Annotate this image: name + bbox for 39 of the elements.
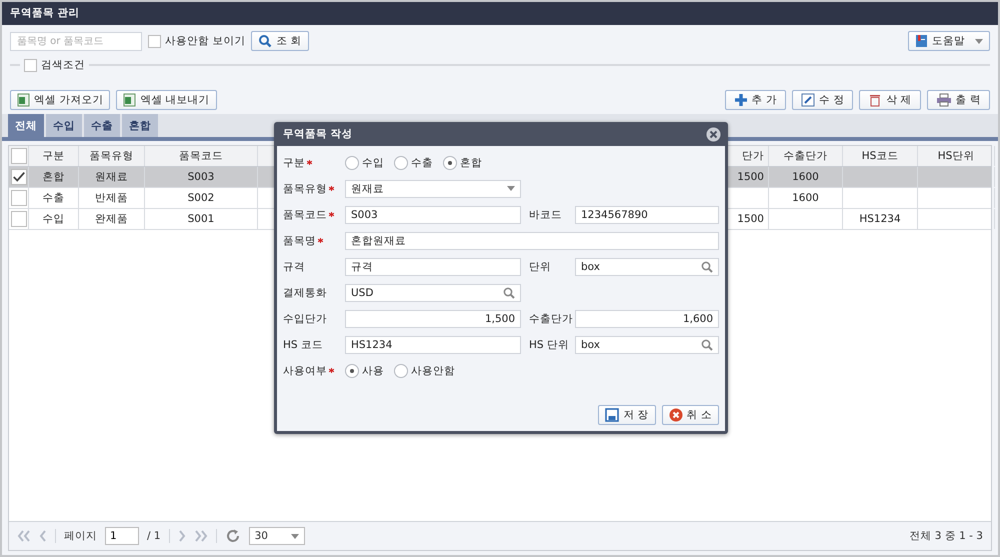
column-header: HS코드 (862, 149, 898, 163)
table-cell: 완제품 (95, 212, 128, 226)
page-total: / 1 (147, 530, 161, 542)
table-cell: 반제품 (95, 191, 128, 205)
table-cell: HS1234 (859, 213, 901, 225)
record-summary: 전체 3 중 1 - 3 (909, 529, 983, 543)
field-label: 규격 (283, 260, 306, 274)
table-cell: 1500 (737, 171, 764, 183)
table-cell: S003 (188, 171, 214, 183)
column-header: 단가 (742, 149, 764, 163)
field-label: 품목명 (283, 234, 345, 248)
field-label: HS 단위 (529, 338, 570, 352)
dialog-title: 무역품목 작성 (283, 127, 353, 141)
field-label: HS 코드 (283, 338, 324, 352)
table-cell: 수입 (42, 212, 64, 226)
table-cell: S002 (188, 192, 214, 204)
window-title: 무역품목 관리 (2, 2, 998, 25)
field-label: 수입단가 (283, 312, 328, 326)
column-header: 품목코드 (179, 149, 223, 163)
table-cell: 혼합 (42, 170, 64, 184)
field-label: 단위 (529, 260, 552, 274)
table-cell: 1600 (792, 192, 819, 204)
field-label: 품목코드 (283, 208, 345, 222)
table-cell: 수출 (42, 191, 64, 205)
table-cell: 1500 (737, 213, 764, 225)
field-label: 수출단가 (529, 312, 574, 326)
field-label: 품목유형 (283, 182, 345, 196)
column-header: 구분 (42, 149, 64, 163)
column-header: 품목유형 (90, 149, 134, 163)
table-cell: S001 (188, 213, 214, 225)
field-label: 구분 (283, 156, 345, 170)
column-header: 수출단가 (784, 149, 828, 163)
table-cell: 원재료 (95, 170, 128, 184)
field-label: 바코드 (529, 208, 563, 222)
field-label: 사용여부 (283, 364, 345, 378)
page-label: 페이지 (64, 529, 97, 543)
column-header: HS단위 (938, 149, 974, 163)
field-label: 결제통화 (283, 286, 328, 300)
table-cell: 1600 (792, 171, 819, 183)
